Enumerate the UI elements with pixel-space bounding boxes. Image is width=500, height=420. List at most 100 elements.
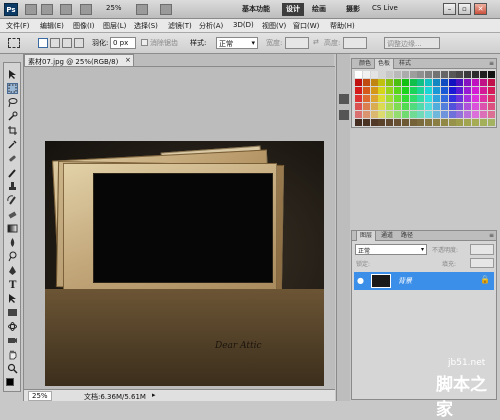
- color-swatch[interactable]: [370, 103, 378, 110]
- color-swatch[interactable]: [479, 79, 487, 86]
- color-swatch[interactable]: [487, 103, 495, 110]
- color-swatch[interactable]: [401, 119, 409, 126]
- tab-paths[interactable]: 路径: [398, 231, 416, 241]
- color-swatch[interactable]: [456, 71, 464, 78]
- clone-stamp-tool-icon[interactable]: [7, 181, 18, 192]
- color-swatch[interactable]: [487, 119, 495, 126]
- move-tool-icon[interactable]: [7, 69, 18, 80]
- add-selection-icon[interactable]: [50, 38, 60, 48]
- color-swatch[interactable]: [394, 103, 401, 110]
- color-swatch[interactable]: [355, 71, 362, 78]
- history-brush-tool-icon[interactable]: [7, 195, 18, 206]
- color-swatch[interactable]: [378, 71, 386, 78]
- menu-view[interactable]: 视图(V): [262, 21, 286, 31]
- color-swatch[interactable]: [464, 111, 472, 118]
- color-swatch[interactable]: [472, 95, 479, 102]
- new-selection-icon[interactable]: [38, 38, 48, 48]
- color-swatch[interactable]: [370, 87, 378, 94]
- color-swatch[interactable]: [472, 119, 479, 126]
- menu-window[interactable]: 窗口(W): [293, 21, 319, 31]
- menu-image[interactable]: 图像(I): [73, 21, 95, 31]
- color-swatch[interactable]: [362, 111, 370, 118]
- path-selection-tool-icon[interactable]: [7, 293, 18, 304]
- image-canvas[interactable]: Dear Attic: [45, 141, 324, 386]
- color-swatch[interactable]: [433, 103, 440, 110]
- color-swatch[interactable]: [425, 111, 433, 118]
- color-swatch[interactable]: [409, 95, 417, 102]
- color-swatch[interactable]: [378, 111, 386, 118]
- blend-mode-select[interactable]: 正常 ▾: [355, 244, 427, 255]
- color-swatch[interactable]: [417, 71, 425, 78]
- color-swatch[interactable]: [425, 95, 433, 102]
- color-swatch[interactable]: [448, 103, 456, 110]
- color-swatch[interactable]: [378, 103, 386, 110]
- color-swatch[interactable]: [472, 79, 479, 86]
- tab-channels[interactable]: 通道: [378, 231, 396, 241]
- minimize-button[interactable]: –: [443, 3, 456, 15]
- workspace-painting[interactable]: 绘画: [308, 3, 330, 16]
- color-swatch[interactable]: [378, 119, 386, 126]
- color-swatch[interactable]: [440, 119, 448, 126]
- color-swatch[interactable]: [433, 95, 440, 102]
- color-swatch[interactable]: [370, 95, 378, 102]
- layer-row-background[interactable]: ● 背景 🔒: [354, 272, 494, 290]
- history-panel-icon[interactable]: [339, 94, 349, 104]
- arrange-documents-icon[interactable]: [136, 4, 148, 15]
- color-swatch[interactable]: [440, 87, 448, 94]
- color-swatch[interactable]: [417, 119, 425, 126]
- color-swatch[interactable]: [448, 87, 456, 94]
- color-swatch[interactable]: [433, 79, 440, 86]
- refine-edge-button[interactable]: 调整边缘...: [384, 37, 440, 49]
- color-swatch[interactable]: [394, 79, 401, 86]
- color-swatch[interactable]: [409, 79, 417, 86]
- mini-bridge-icon[interactable]: [41, 4, 53, 15]
- color-swatch[interactable]: [448, 119, 456, 126]
- color-swatch[interactable]: [425, 87, 433, 94]
- color-swatch[interactable]: [456, 103, 464, 110]
- color-swatch[interactable]: [386, 79, 394, 86]
- color-swatch[interactable]: [433, 119, 440, 126]
- 3d-camera-tool-icon[interactable]: [7, 335, 18, 346]
- color-swatch[interactable]: [433, 71, 440, 78]
- menu-file[interactable]: 文件(F): [6, 21, 30, 31]
- color-swatch[interactable]: [479, 71, 487, 78]
- color-swatch[interactable]: [464, 95, 472, 102]
- color-swatch[interactable]: [378, 79, 386, 86]
- color-swatch[interactable]: [386, 95, 394, 102]
- tab-styles[interactable]: 样式: [396, 59, 414, 69]
- type-tool-icon[interactable]: T: [7, 279, 18, 291]
- color-swatch[interactable]: [378, 95, 386, 102]
- panel-menu-icon[interactable]: ≡: [486, 231, 497, 241]
- blur-tool-icon[interactable]: [7, 237, 18, 248]
- restore-button[interactable]: ▫: [458, 3, 471, 15]
- color-swatch[interactable]: [355, 87, 362, 94]
- color-swatch[interactable]: [362, 79, 370, 86]
- color-swatch[interactable]: [456, 79, 464, 86]
- color-swatch[interactable]: [401, 95, 409, 102]
- color-swatch[interactable]: [487, 95, 495, 102]
- color-swatch[interactable]: [472, 87, 479, 94]
- document-tab[interactable]: 素材07.jpg @ 25%(RGB/8) ×: [24, 54, 134, 66]
- screen-mode-icon[interactable]: [160, 4, 172, 15]
- opacity-input[interactable]: [470, 244, 494, 255]
- menu-edit[interactable]: 编辑(E): [40, 21, 64, 31]
- color-swatch[interactable]: [448, 79, 456, 86]
- status-menu-arrow-icon[interactable]: ▸: [152, 391, 156, 399]
- color-swatch[interactable]: [362, 87, 370, 94]
- color-swatch[interactable]: [456, 95, 464, 102]
- close-icon[interactable]: ×: [125, 56, 131, 64]
- color-swatch[interactable]: [487, 87, 495, 94]
- color-swatch[interactable]: [355, 111, 362, 118]
- color-swatch[interactable]: [487, 71, 495, 78]
- quick-selection-tool-icon[interactable]: [7, 111, 18, 122]
- color-swatch[interactable]: [394, 111, 401, 118]
- color-swatch[interactable]: [394, 95, 401, 102]
- color-swatch[interactable]: [487, 111, 495, 118]
- menu-select[interactable]: 选择(S): [134, 21, 158, 31]
- color-swatch[interactable]: [472, 71, 479, 78]
- color-swatch[interactable]: [417, 95, 425, 102]
- color-swatch[interactable]: [417, 87, 425, 94]
- zoom-tool-icon[interactable]: [7, 363, 18, 374]
- color-swatch[interactable]: [378, 87, 386, 94]
- height-input[interactable]: [343, 37, 367, 49]
